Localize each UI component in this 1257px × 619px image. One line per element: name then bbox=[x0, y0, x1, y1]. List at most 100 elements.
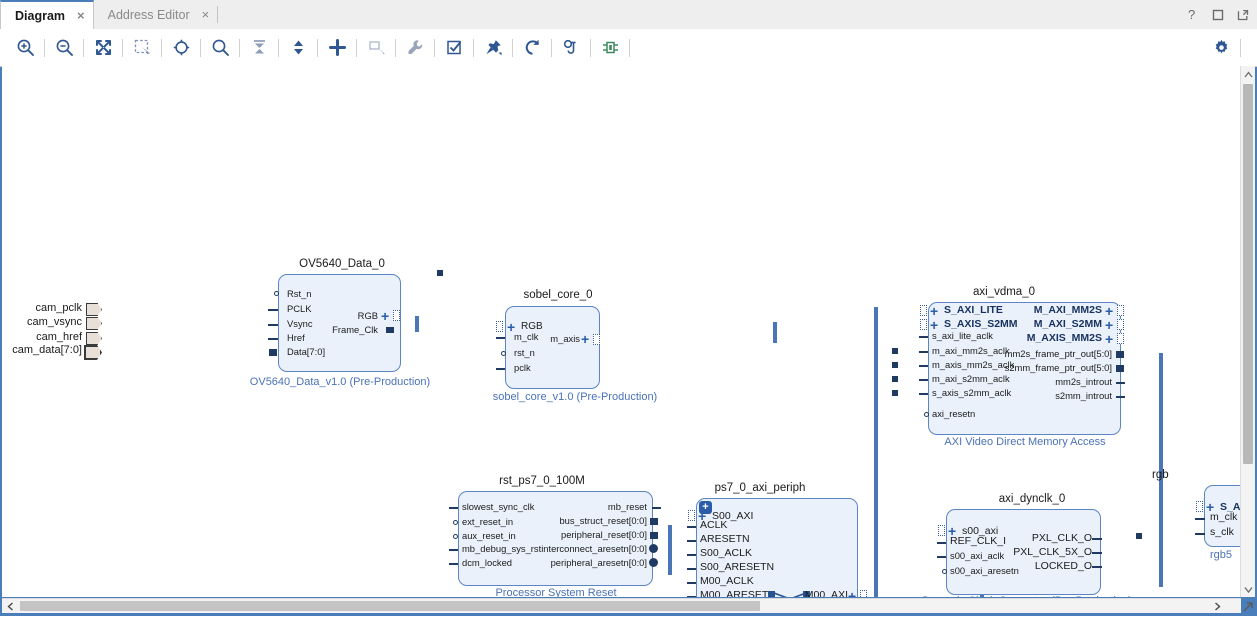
zoom-fit-icon[interactable] bbox=[88, 34, 118, 62]
external-port-cam-href[interactable] bbox=[86, 332, 102, 345]
validate-design-icon[interactable] bbox=[439, 34, 469, 62]
horizontal-scrollbar-thumb[interactable] bbox=[20, 601, 760, 611]
bus-interface-connector bbox=[860, 590, 867, 597]
toolbar-separator bbox=[551, 38, 552, 57]
bus-interface-connector bbox=[593, 334, 600, 345]
bus-expand-icon[interactable]: + bbox=[1105, 332, 1113, 346]
maximize-icon[interactable] bbox=[1212, 9, 1224, 21]
pin-icon[interactable] bbox=[478, 34, 508, 62]
block-title-periph: ps7_0_axi_periph bbox=[714, 482, 806, 494]
optimize-routing-icon[interactable] bbox=[556, 34, 586, 62]
bus-expand-icon[interactable]: + bbox=[930, 304, 938, 318]
pin-stub bbox=[496, 368, 505, 370]
scroll-left-icon[interactable] bbox=[2, 599, 18, 613]
pin-stub bbox=[687, 596, 696, 597]
pin-stub bbox=[1116, 382, 1125, 384]
pin-stub bbox=[919, 351, 928, 353]
bus-interface-connector bbox=[496, 321, 503, 332]
bus-expand-icon[interactable]: + bbox=[1105, 304, 1113, 318]
zoom-in-icon[interactable] bbox=[10, 34, 40, 62]
bus-interface-connector bbox=[1117, 333, 1124, 344]
pin-stub-bus bbox=[1116, 351, 1124, 358]
add-module-icon[interactable] bbox=[361, 34, 391, 62]
pin-rst-peripheral-aresetn: peripheral_aresetn[0:0] bbox=[550, 557, 647, 568]
vertical-scrollbar[interactable] bbox=[1240, 66, 1255, 597]
pin-stub-bus bbox=[1116, 365, 1124, 372]
pin-stub-bus bbox=[269, 349, 277, 356]
tab-address-editor-label: Address Editor bbox=[107, 7, 190, 22]
regenerate-layout-icon[interactable] bbox=[517, 34, 547, 62]
block-subtitle-sobel: sobel_core_v1.0 (Pre-Production) bbox=[492, 391, 658, 403]
pin-ov5640-vsync: Vsync bbox=[287, 318, 313, 329]
pin-stub-bus bbox=[650, 532, 658, 539]
help-icon[interactable]: ? bbox=[1188, 8, 1199, 21]
zoom-area-icon[interactable] bbox=[127, 34, 157, 62]
block-subtitle-ov5640: OV5640_Data_v1.0 (Pre-Production) bbox=[249, 376, 431, 388]
diagram-surface[interactable]: cam_pclk cam_vsync cam_href cam_data[7:0… bbox=[2, 66, 1241, 597]
scroll-down-icon[interactable] bbox=[1241, 581, 1255, 597]
float-window-icon[interactable] bbox=[1237, 9, 1249, 21]
tab-diagram[interactable]: Diagram × bbox=[0, 0, 94, 29]
resize-grip-icon[interactable] bbox=[1241, 600, 1255, 614]
pin-stub bbox=[386, 327, 394, 333]
add-ip-icon[interactable] bbox=[322, 34, 352, 62]
bus-expand-icon[interactable]: + bbox=[1105, 318, 1113, 332]
pin-rst-peripheral-reset: peripheral_reset[0:0] bbox=[561, 529, 647, 540]
pin-vdma-axi-resetn: axi_resetn bbox=[932, 408, 976, 419]
pin-stub bbox=[1195, 533, 1205, 535]
pin-ov5640-frame-clk: Frame_Clk bbox=[332, 324, 378, 335]
external-port-label-cam-pclk: cam_pclk bbox=[35, 302, 82, 314]
pin-marker-inverted bbox=[274, 291, 279, 296]
pin-marker-inverted bbox=[453, 520, 458, 525]
scroll-right-icon[interactable] bbox=[1209, 599, 1225, 613]
pin-stub bbox=[1116, 396, 1125, 398]
external-port-cam-pclk[interactable] bbox=[86, 303, 102, 316]
wire-junction bbox=[437, 270, 443, 276]
toolbar-separator bbox=[395, 38, 396, 57]
external-port-cam-data[interactable] bbox=[84, 345, 102, 360]
horizontal-scrollbar[interactable] bbox=[2, 598, 1241, 613]
expand-all-icon[interactable] bbox=[283, 34, 313, 62]
pin-vdma-mm2s-frame-ptr-out: mm2s_frame_ptr_out[5:0] bbox=[1004, 348, 1112, 359]
tab-divider bbox=[217, 6, 219, 23]
vertical-scrollbar-thumb[interactable] bbox=[1243, 84, 1253, 464]
pin-vdma-mm2s-introut: mm2s_introut bbox=[1055, 376, 1112, 387]
run-connection-automation-icon[interactable] bbox=[400, 34, 430, 62]
bus-interface-connector bbox=[1196, 501, 1203, 512]
block-subtitle-vdma: AXI Video Direct Memory Access bbox=[944, 436, 1106, 448]
bus-wire-segment bbox=[874, 307, 878, 597]
pin-ov5640-href: Href bbox=[287, 332, 305, 343]
block-design-canvas[interactable]: cam_pclk cam_vsync cam_href cam_data[7:0… bbox=[2, 66, 1242, 597]
bus-interface-connector bbox=[393, 310, 400, 321]
pin-ov5640-pclk: PCLK bbox=[287, 303, 312, 314]
bus-expand-icon[interactable]: + bbox=[581, 332, 589, 346]
pin-rst-interconnect-aresetn: interconnect_aresetn[0:0] bbox=[541, 543, 647, 554]
hierarchy-icon[interactable] bbox=[595, 34, 625, 62]
pin-stub-bus bbox=[650, 518, 658, 525]
tab-diagram-close-icon[interactable]: × bbox=[77, 9, 85, 22]
pin-stub bbox=[1092, 566, 1102, 568]
pin-periph-aclk: ACLK bbox=[700, 519, 728, 531]
tab-address-editor[interactable]: Address Editor × bbox=[93, 0, 218, 29]
block-title-rgb: rgb bbox=[1152, 469, 1169, 481]
pin-vdma-s2mm-frame-ptr-out: s2mm_frame_ptr_out[5:0] bbox=[1004, 362, 1112, 373]
pin-rgb-m-clk: m_clk bbox=[1210, 511, 1238, 523]
toolbar-separator bbox=[317, 38, 318, 57]
search-icon[interactable] bbox=[205, 34, 235, 62]
bus-expand-icon[interactable]: + bbox=[381, 309, 389, 323]
gear-icon[interactable] bbox=[1206, 34, 1236, 62]
bus-interface-connector bbox=[1117, 319, 1124, 330]
pin-stub bbox=[687, 568, 696, 570]
zoom-out-icon[interactable] bbox=[49, 34, 79, 62]
pin-sobel-pclk: pclk bbox=[514, 362, 531, 373]
bus-expand-icon[interactable]: + bbox=[848, 589, 856, 597]
bus-interface-connector bbox=[920, 319, 927, 330]
pin-stub bbox=[919, 336, 928, 338]
refit-icon[interactable] bbox=[166, 34, 196, 62]
pin-sobel-m-axis: m_axis bbox=[550, 333, 580, 344]
tab-address-editor-close-icon[interactable]: × bbox=[202, 8, 210, 21]
external-port-label-cam-vsync: cam_vsync bbox=[26, 316, 82, 328]
scroll-up-icon[interactable] bbox=[1241, 66, 1255, 82]
external-port-cam-vsync[interactable] bbox=[86, 317, 102, 330]
collapse-all-icon[interactable] bbox=[244, 34, 274, 62]
